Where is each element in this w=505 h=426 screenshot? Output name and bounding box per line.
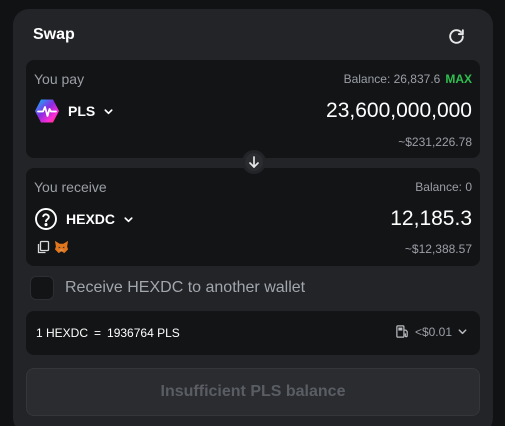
another-wallet-label: Receive HEXDC to another wallet [65,279,306,296]
receive-token-selector[interactable]: HEXDC [34,206,134,232]
metamask-fox-icon[interactable] [54,240,69,254]
arrow-down-icon [249,156,259,168]
exchange-rate: 1 HEXDC = 1936764 PLS [36,326,180,340]
another-wallet-toggle[interactable]: Receive HEXDC to another wallet [30,276,305,300]
pay-token-name: PLS [68,103,96,119]
pulsechain-logo [35,99,59,123]
swap-title: Swap [33,26,75,43]
refresh-icon [448,28,464,44]
copy-icon[interactable] [36,240,50,254]
pay-amount-input[interactable]: 23,600,000,000 [326,99,472,123]
pay-usd-value: ~$231,226.78 [398,135,472,149]
max-button[interactable]: MAX [445,72,472,86]
gas-fee-value: <$0.01 [414,324,452,339]
rate-info-row[interactable]: 1 HEXDC = 1936764 PLS <$0.01 [26,311,480,355]
pay-token-selector[interactable]: PLS [34,98,114,124]
rate-equals: = [94,326,102,340]
refresh-button[interactable] [445,25,467,47]
receive-token-tools [36,240,69,254]
fuel-pump-icon [396,325,408,338]
receive-panel: You receive Balance: 0 HEXDC 12,185.3 ~$… [26,168,480,266]
pay-balance: Balance: 26,837.6 MAX [344,72,472,86]
gas-fee-toggle[interactable]: <$0.01 [395,324,468,339]
receive-label: You receive [34,179,107,195]
receive-amount: 12,185.3 [390,207,472,230]
receive-balance: Balance: 0 [415,180,472,194]
receive-token-name: HEXDC [66,211,116,227]
swap-card: Swap You pay Balance: 26,837.6 MAX PLS 2… [13,9,493,426]
switch-direction-button[interactable] [242,150,266,174]
chevron-down-icon [458,329,467,335]
pay-panel: You pay Balance: 26,837.6 MAX PLS 23,600… [26,60,480,158]
pay-label: You pay [34,71,85,87]
receive-usd-value: ~$12,388.57 [404,242,472,256]
pay-balance-text: Balance: 26,837.6 [343,72,441,86]
another-wallet-checkbox[interactable] [30,276,54,300]
chevron-down-icon [104,108,113,114]
question-circle-icon [35,208,57,230]
insufficient-balance-button[interactable]: Insufficient PLS balance [26,368,480,416]
chevron-down-icon [124,216,133,222]
receive-balance-text: Balance: 0 [415,180,472,194]
swap-header: Swap [13,9,493,61]
rate-left: 1 HEXDC [36,326,89,340]
rate-right: 1936764 PLS [107,326,180,340]
